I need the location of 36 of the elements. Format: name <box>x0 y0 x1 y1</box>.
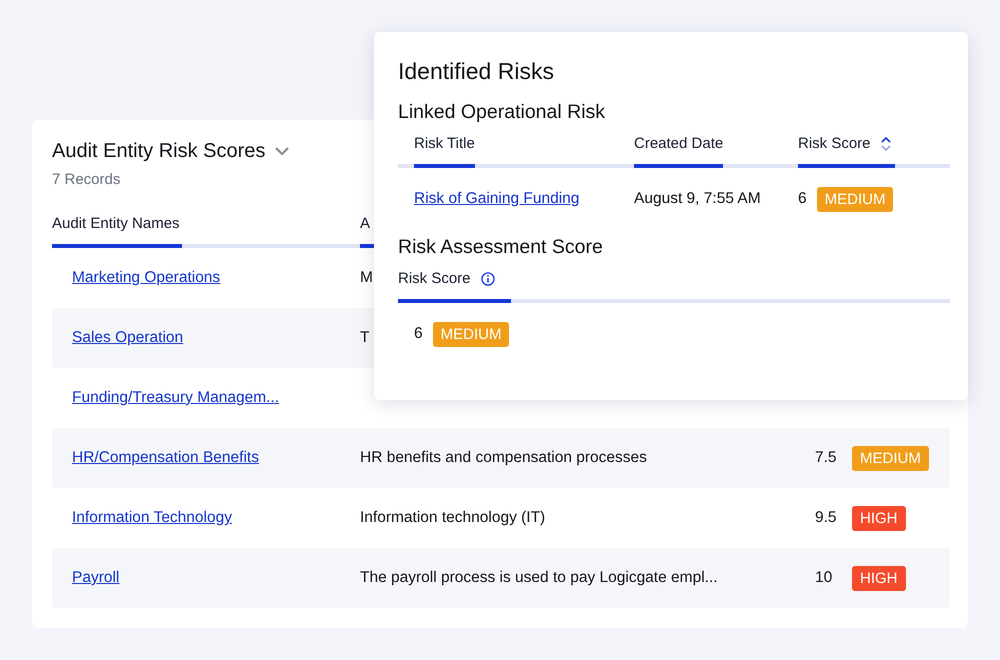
risk-badge: HIGH <box>852 506 906 530</box>
score-text: 9.5 <box>815 509 837 527</box>
description-text: Information technology (IT) <box>360 509 546 527</box>
risk-badge: MEDIUM <box>432 322 510 346</box>
entity-link[interactable]: HR/Compensation Benefits <box>72 449 259 467</box>
entity-link[interactable]: Sales Operation <box>72 329 184 347</box>
entity-link[interactable]: Funding/Treasury Managem... <box>72 389 280 407</box>
entity-link[interactable]: Information Technology <box>72 509 232 527</box>
record-count: 7 Records <box>52 171 122 188</box>
popup-title: Identified Risks <box>398 58 555 85</box>
risk-badge: MEDIUM <box>852 446 929 470</box>
description-text: T <box>360 329 370 347</box>
risk-badge: MEDIUM <box>816 186 894 212</box>
score-text: 6 <box>798 190 807 208</box>
column-header[interactable]: Risk Title <box>414 135 475 168</box>
info-icon[interactable] <box>480 272 495 286</box>
column-header[interactable]: Risk Score <box>398 270 511 303</box>
entity-link[interactable]: Marketing Operations <box>72 269 220 287</box>
section-heading: Linked Operational Risk <box>398 101 606 124</box>
chevron-down-icon[interactable] <box>275 147 290 156</box>
description-text: HR benefits and compensation processes <box>360 449 647 467</box>
sort-icon[interactable] <box>880 136 891 152</box>
column-header[interactable]: Risk Score <box>798 135 895 168</box>
score-text: 6 <box>414 325 423 343</box>
date-text: August 9, 7:55 AM <box>634 190 761 208</box>
column-header[interactable]: Created Date <box>634 135 724 168</box>
description-text: M <box>360 269 373 287</box>
score-text: 7.5 <box>815 449 837 467</box>
column-header[interactable]: Audit Entity Names <box>52 215 182 248</box>
risk-badge: HIGH <box>852 566 906 590</box>
description-text: The payroll process is used to pay Logicgate empl... <box>360 569 718 587</box>
card-title: Audit Entity Risk Scores <box>52 140 266 163</box>
entity-link[interactable]: Payroll <box>72 569 120 587</box>
score-text: 10 <box>815 569 832 587</box>
risk-link[interactable]: Risk of Gaining Funding <box>414 190 580 208</box>
section-heading: Risk Assessment Score <box>398 236 604 259</box>
